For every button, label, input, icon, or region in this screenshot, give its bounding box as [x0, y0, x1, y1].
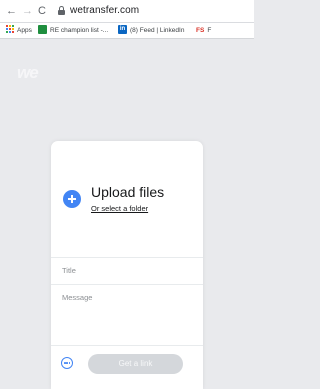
- bookmark-apps[interactable]: Apps: [6, 25, 32, 36]
- bookmark-label: RE champion list -...: [50, 27, 109, 34]
- select-folder-link[interactable]: Or select a folder: [91, 204, 148, 213]
- more-options-icon[interactable]: [61, 357, 73, 369]
- linkedin-icon: in: [118, 24, 127, 34]
- back-arrow-icon[interactable]: ←: [6, 3, 17, 19]
- divider: [51, 284, 203, 285]
- browser-toolbar: ← → C wetransfer.com: [0, 0, 254, 22]
- bookmark-fs[interactable]: FS F: [196, 25, 211, 36]
- lock-icon[interactable]: [58, 6, 65, 15]
- reload-icon[interactable]: C: [38, 3, 46, 19]
- bookmark-re-champion[interactable]: RE champion list -...: [38, 24, 109, 36]
- bookmark-label: (8) Feed | LinkedIn: [130, 27, 185, 34]
- bookmark-label: F: [207, 27, 212, 34]
- upload-files-title[interactable]: Upload files: [91, 184, 164, 200]
- upload-card: Upload files Or select a folder Title Me…: [51, 141, 203, 389]
- sheets-icon: [38, 24, 47, 34]
- apps-grid-icon: [6, 25, 14, 34]
- bookmark-label: Apps: [17, 27, 32, 34]
- wetransfer-logo[interactable]: we: [17, 63, 39, 83]
- address-bar-url[interactable]: wetransfer.com: [70, 4, 139, 18]
- divider: [51, 345, 203, 346]
- get-a-link-button[interactable]: Get a link: [88, 354, 183, 374]
- bookmarks-bar: Apps RE champion list -... in (8) Feed | …: [0, 23, 254, 39]
- divider: [51, 257, 203, 258]
- title-input[interactable]: Title: [62, 266, 76, 275]
- bookmark-linkedin[interactable]: in (8) Feed | LinkedIn: [118, 24, 185, 36]
- add-files-plus-icon[interactable]: [63, 190, 81, 208]
- forward-arrow-icon[interactable]: →: [22, 3, 33, 19]
- message-input[interactable]: Message: [62, 293, 92, 302]
- fs-icon: FS: [196, 27, 205, 34]
